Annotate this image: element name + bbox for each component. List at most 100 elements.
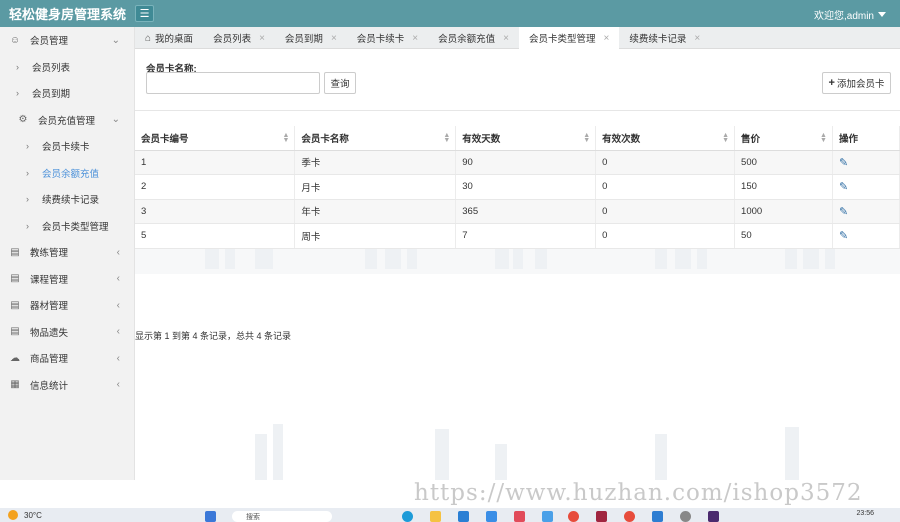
tab[interactable]: ⌂ 我的桌面 — [135, 27, 203, 49]
chevron-down-icon: ⌄ — [111, 114, 120, 126]
folder-icon[interactable] — [430, 511, 441, 522]
card-name-search-input[interactable] — [146, 72, 320, 94]
chevron-right-icon: › — [16, 88, 19, 99]
app-icon[interactable] — [514, 511, 525, 522]
sidebar-item[interactable]: › 会员到期 — [0, 80, 134, 107]
sidebar-item-label: 会员卡类型管理 — [42, 221, 109, 233]
column-header[interactable]: 会员卡编号 ▲ ▼ — [135, 126, 296, 151]
close-icon[interactable]: × — [259, 33, 265, 44]
menu-toggle-button[interactable]: ☰ — [135, 5, 154, 22]
clock-time: 23:56 — [856, 510, 874, 517]
app-icon[interactable] — [542, 511, 553, 522]
sidebar-item-label: 会员管理 — [30, 36, 69, 48]
sidebar-item[interactable]: › 会员余额充值 — [0, 160, 134, 187]
home-icon: ⌂ — [145, 32, 152, 44]
divider — [135, 110, 900, 111]
close-icon[interactable]: × — [604, 33, 610, 44]
table-cell: 2 — [135, 174, 296, 200]
taskbar: 30°C 搜索 23:56 — [0, 508, 900, 522]
sidebar-item-label: 商品管理 — [30, 354, 69, 366]
sidebar-item[interactable]: ▤ 物品遗失 ‹ — [0, 319, 134, 346]
tab[interactable]: 会员余额充值 × — [428, 27, 519, 49]
edit-pencil-icon[interactable]: ✎ — [839, 206, 848, 218]
column-header-label: 会员卡编号 — [141, 133, 189, 145]
sidebar-item[interactable]: ▦ 信息统计 ‹ — [0, 372, 134, 399]
list-icon: ▤ — [10, 326, 20, 338]
close-icon[interactable]: × — [503, 33, 509, 44]
table-cell: 月卡 — [294, 174, 457, 200]
overlay-url-text: https://www.huzhan.com/ishop3572 — [414, 480, 863, 506]
column-header[interactable]: 有效次数 ▲ ▼ — [595, 126, 736, 151]
sidebar-item-label: 物品遗失 — [30, 327, 69, 339]
close-icon[interactable]: × — [412, 33, 418, 44]
tab[interactable]: 续费续卡记录 × — [619, 27, 710, 49]
table-row: 2 月卡 30 0 150 ✎ — [135, 174, 900, 200]
column-header-label: 操作 — [838, 133, 858, 145]
column-header[interactable]: 有效天数 ▲ ▼ — [455, 126, 597, 151]
sidebar-item[interactable]: › 会员卡类型管理 — [0, 213, 134, 240]
chevron-left-icon: ‹ — [116, 379, 120, 391]
sort-icon: ▲ ▼ — [820, 132, 827, 144]
tab[interactable]: 会员列表 × — [203, 27, 275, 49]
table-row: 1 季卡 90 0 500 ✎ — [135, 150, 900, 175]
column-header-label: 有效次数 — [602, 133, 641, 145]
close-icon[interactable]: × — [694, 33, 700, 44]
edit-pencil-icon[interactable]: ✎ — [839, 181, 848, 193]
table-cell: 0 — [595, 199, 736, 224]
city-skyline-watermark — [135, 194, 900, 480]
add-card-button[interactable]: + 添加会员卡 — [822, 72, 891, 94]
list-icon: ▤ — [10, 246, 20, 258]
chevron-right-icon: › — [26, 194, 29, 205]
table-cell: 150 — [734, 174, 833, 200]
taskbar-search-input[interactable]: 搜索 — [232, 511, 332, 522]
windows-start-icon[interactable] — [205, 511, 216, 522]
app-icon[interactable] — [486, 511, 497, 522]
sun-icon — [8, 510, 18, 520]
close-icon[interactable]: × — [331, 33, 337, 44]
sidebar-item[interactable]: ☺ 会员管理 ⌄ — [0, 27, 134, 54]
chrome-icon[interactable] — [624, 511, 635, 522]
app-icon[interactable] — [402, 511, 413, 522]
sidebar-item[interactable]: ▤ 器材管理 ‹ — [0, 292, 134, 319]
chrome-icon[interactable] — [568, 511, 579, 522]
table-cell-actions: ✎ — [832, 199, 900, 224]
vscode-icon[interactable] — [652, 511, 663, 522]
tab-label: 会员列表 — [213, 34, 252, 45]
sidebar-item-label: 器材管理 — [30, 301, 69, 313]
sidebar-item[interactable]: ▤ 教练管理 ‹ — [0, 239, 134, 266]
table-cell-actions: ✎ — [832, 223, 900, 249]
app-icon[interactable] — [708, 511, 719, 522]
table-cell: 5 — [135, 223, 296, 249]
edit-pencil-icon[interactable]: ✎ — [839, 157, 848, 169]
tab[interactable]: 会员到期 × — [275, 27, 347, 49]
search-button[interactable]: 查询 — [324, 72, 356, 94]
settings-icon: ⚙ — [18, 114, 28, 126]
table-cell: 1000 — [734, 199, 833, 224]
table-cell-actions: ✎ — [832, 150, 900, 175]
column-header[interactable]: 会员卡名称 ▲ ▼ — [294, 126, 457, 151]
table-cell: 周卡 — [294, 223, 457, 249]
chevron-right-icon: › — [26, 167, 29, 178]
sidebar-item[interactable]: › 续费续卡记录 — [0, 186, 134, 213]
table-cell: 季卡 — [294, 150, 457, 175]
temperature-text: 30°C — [24, 510, 42, 520]
tab[interactable]: 会员卡类型管理 × — [519, 27, 620, 49]
column-header[interactable]: 售价 ▲ ▼ — [734, 126, 833, 151]
edit-pencil-icon[interactable]: ✎ — [839, 230, 848, 242]
weather-widget[interactable]: 30°C — [8, 510, 42, 520]
table-cell: 50 — [734, 223, 833, 249]
sidebar-item-label: 会员列表 — [32, 62, 71, 74]
sidebar-item-label: 课程管理 — [30, 274, 69, 286]
avatar-icon[interactable] — [680, 511, 691, 522]
sidebar-item[interactable]: ⚙ 会员充值管理 ⌄ — [0, 107, 134, 134]
sidebar-item[interactable]: ☁ 商品管理 ‹ — [0, 345, 134, 372]
app-icon[interactable] — [458, 511, 469, 522]
tab-label: 会员到期 — [284, 34, 323, 45]
sidebar-item[interactable]: › 会员列表 — [0, 54, 134, 81]
sidebar-item[interactable]: › 会员卡续卡 — [0, 133, 134, 160]
tab[interactable]: 会员卡续卡 × — [347, 27, 428, 49]
user-menu[interactable]: 欢迎您,admin — [814, 7, 886, 22]
app-title: 轻松健身房管理系统 — [9, 7, 127, 22]
sidebar-item[interactable]: ▤ 课程管理 ‹ — [0, 266, 134, 293]
app-icon[interactable] — [596, 511, 607, 522]
